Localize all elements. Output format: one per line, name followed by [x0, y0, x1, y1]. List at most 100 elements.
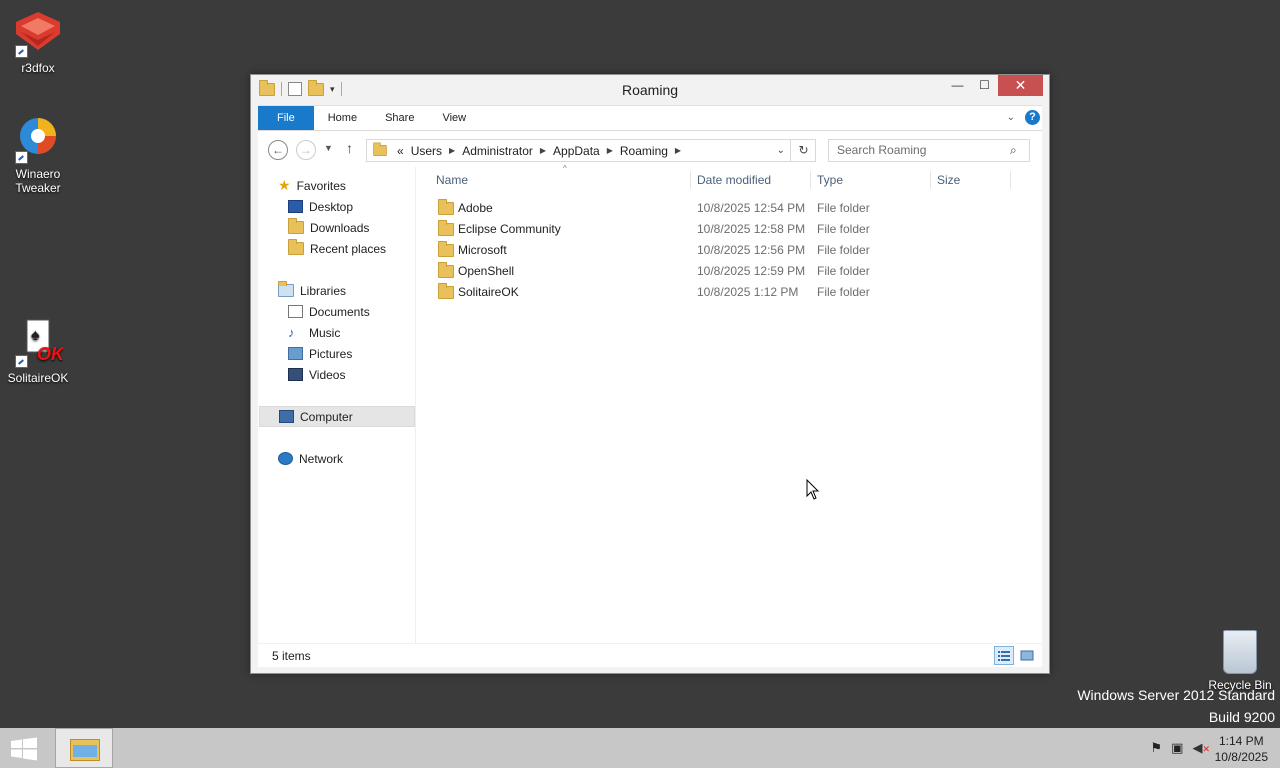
file-list: ^ Name Date modified Type Size Adobe 10/…: [428, 164, 1028, 643]
system-tray: ⚑ ▣ ◀✕: [1151, 740, 1211, 756]
start-button[interactable]: [10, 737, 38, 761]
nav-computer[interactable]: Computer: [259, 406, 415, 427]
nav-recent-places[interactable]: Recent places: [288, 238, 386, 259]
chevron-right-icon[interactable]: ▶: [673, 146, 683, 155]
breadcrumb-roaming[interactable]: Roaming: [615, 144, 673, 158]
maximize-button[interactable]: ☐: [971, 75, 998, 96]
search-icon[interactable]: ⌕: [1010, 143, 1017, 158]
sort-ascending-icon: ^: [563, 164, 567, 173]
desktop-icon-winaero-tweaker[interactable]: Winaero Tweaker: [0, 114, 76, 195]
star-icon: ★: [278, 177, 291, 193]
r3dfox-icon: [13, 8, 63, 58]
chevron-right-icon[interactable]: ▶: [605, 146, 615, 155]
tab-share[interactable]: Share: [371, 106, 428, 130]
large-icons-view-icon[interactable]: [1017, 646, 1037, 665]
column-header-size[interactable]: Size: [937, 173, 960, 187]
chevron-right-icon[interactable]: ▶: [447, 146, 457, 155]
column-header-name[interactable]: Name: [436, 173, 468, 187]
forward-button[interactable]: →: [296, 140, 316, 160]
list-item[interactable]: Eclipse Community 10/8/2025 12:58 PM Fil…: [436, 218, 1026, 239]
item-count: 5 items: [272, 649, 311, 663]
window-title: Roaming: [621, 82, 679, 98]
chevron-right-icon[interactable]: ▶: [538, 146, 548, 155]
navigation-bar: ← → ▼ ↑ « Users ▶ Administrator ▶ AppDat…: [258, 131, 1042, 167]
content-area: ★ Favorites Desktop Downloads Recent pla…: [258, 164, 1042, 643]
nav-favorites[interactable]: ★ Favorites: [278, 175, 346, 196]
nav-desktop[interactable]: Desktop: [288, 196, 353, 217]
address-dropdown-icon[interactable]: ⌄: [777, 145, 785, 156]
column-header-date-modified[interactable]: Date modified: [697, 173, 771, 187]
folder-icon: [438, 199, 454, 215]
desktop-icon-solitaireok[interactable]: ♠ OK SolitaireOK: [0, 318, 76, 385]
nav-pictures[interactable]: Pictures: [288, 343, 352, 364]
videos-icon: [288, 368, 303, 381]
back-button[interactable]: ←: [268, 140, 288, 160]
desktop-icon-label: r3dfox: [21, 61, 55, 75]
pictures-icon: [288, 347, 303, 360]
libraries-icon: [278, 281, 294, 297]
list-item[interactable]: Adobe 10/8/2025 12:54 PM File folder: [436, 197, 1026, 218]
desktop-icon-label: Winaero Tweaker: [15, 167, 61, 195]
folder-icon: [438, 283, 454, 299]
nav-music[interactable]: ♪ Music: [288, 322, 340, 343]
solitaire-icon: ♠ OK: [13, 318, 66, 368]
action-center-flag-icon[interactable]: ⚑: [1151, 740, 1163, 756]
folder-icon: [438, 241, 454, 257]
address-bar[interactable]: « Users ▶ Administrator ▶ AppData ▶ Roam…: [366, 139, 816, 162]
mouse-cursor-icon: [806, 478, 820, 504]
folder-icon: [438, 262, 454, 278]
breadcrumb-overflow[interactable]: «: [392, 144, 406, 158]
recent-locations-icon[interactable]: ▼: [324, 143, 333, 153]
nav-libraries[interactable]: Libraries: [278, 280, 346, 301]
winaero-tweaker-icon: [13, 114, 63, 164]
folder-icon: [373, 142, 387, 157]
ribbon-tabs: File Home Share View ⌄ ?: [258, 105, 1042, 131]
window-controls: — ☐ ✕: [944, 75, 1043, 96]
nav-documents[interactable]: Documents: [288, 301, 370, 322]
nav-videos[interactable]: Videos: [288, 364, 345, 385]
computer-icon: [279, 410, 294, 423]
network-icon: [278, 452, 293, 465]
status-bar: 5 items: [258, 643, 1042, 667]
documents-icon: [288, 305, 303, 318]
up-arrow-icon[interactable]: ↑: [346, 140, 353, 156]
minimize-button[interactable]: —: [944, 75, 971, 96]
column-header-type[interactable]: Type: [817, 173, 843, 187]
nav-network[interactable]: Network: [278, 448, 343, 469]
navigation-pane: ★ Favorites Desktop Downloads Recent pla…: [258, 167, 416, 643]
desktop-icon-recycle-bin[interactable]: Recycle Bin: [1202, 630, 1278, 692]
explorer-window: ▾ Roaming — ☐ ✕ File Home Share View ⌄ ?…: [250, 74, 1050, 674]
downloads-icon: [288, 218, 304, 234]
volume-muted-icon[interactable]: ◀✕: [1192, 740, 1210, 756]
desktop-icon-r3dfox[interactable]: r3dfox: [0, 8, 76, 75]
os-watermark: Windows Server 2012 Standard Build 9200: [1077, 687, 1275, 725]
desktop-icon: [288, 200, 303, 213]
recent-places-icon: [288, 239, 304, 255]
tab-home[interactable]: Home: [314, 106, 371, 130]
list-item[interactable]: SolitaireOK 10/8/2025 1:12 PM File folde…: [436, 281, 1026, 302]
taskbar: ⚑ ▣ ◀✕ 1:14 PM 10/8/2025: [0, 728, 1280, 768]
close-button[interactable]: ✕: [998, 75, 1043, 96]
nav-downloads[interactable]: Downloads: [288, 217, 369, 238]
list-item[interactable]: Microsoft 10/8/2025 12:56 PM File folder: [436, 239, 1026, 260]
tab-file[interactable]: File: [258, 106, 314, 130]
desktop-icon-label: SolitaireOK: [7, 371, 69, 385]
folder-icon: [438, 220, 454, 236]
network-status-icon[interactable]: ▣: [1171, 740, 1183, 756]
taskbar-clock[interactable]: 1:14 PM 10/8/2025: [1215, 733, 1268, 765]
list-item[interactable]: OpenShell 10/8/2025 12:59 PM File folder: [436, 260, 1026, 281]
search-input[interactable]: Search Roaming: [828, 139, 1030, 162]
recycle-bin-icon: [1223, 630, 1257, 674]
title-bar[interactable]: ▾ Roaming — ☐ ✕: [251, 75, 1049, 105]
expand-ribbon-icon[interactable]: ⌄: [1007, 112, 1015, 123]
taskbar-file-explorer[interactable]: [55, 728, 113, 768]
svg-text:♠: ♠: [31, 327, 40, 344]
tab-view[interactable]: View: [428, 106, 480, 130]
breadcrumb-users[interactable]: Users: [406, 144, 447, 158]
refresh-button[interactable]: ↻: [790, 139, 816, 162]
music-icon: ♪: [288, 325, 295, 340]
help-icon[interactable]: ?: [1025, 110, 1040, 125]
details-view-icon[interactable]: [994, 646, 1014, 665]
breadcrumb-appdata[interactable]: AppData: [548, 144, 605, 158]
breadcrumb-administrator[interactable]: Administrator: [457, 144, 538, 158]
